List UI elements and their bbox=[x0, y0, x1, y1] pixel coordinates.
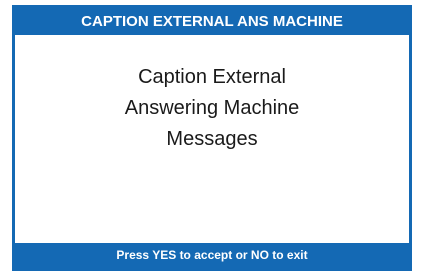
message-line-1: Caption External bbox=[138, 66, 286, 88]
footer-prompt: Press YES to accept or NO to exit bbox=[116, 248, 308, 262]
footer-bar: Press YES to accept or NO to exit bbox=[15, 243, 409, 268]
title-bar: CAPTION EXTERNAL ANS MACHINE bbox=[15, 8, 409, 35]
dialog-title: CAPTION EXTERNAL ANS MACHINE bbox=[81, 13, 343, 30]
message-line-2: Answering Machine bbox=[124, 97, 300, 119]
dialog-screen: CAPTION EXTERNAL ANS MACHINE Caption Ext… bbox=[12, 5, 412, 271]
message-line-3: Messages bbox=[166, 128, 258, 150]
message-body: Caption External Answering Machine Messa… bbox=[15, 62, 409, 155]
